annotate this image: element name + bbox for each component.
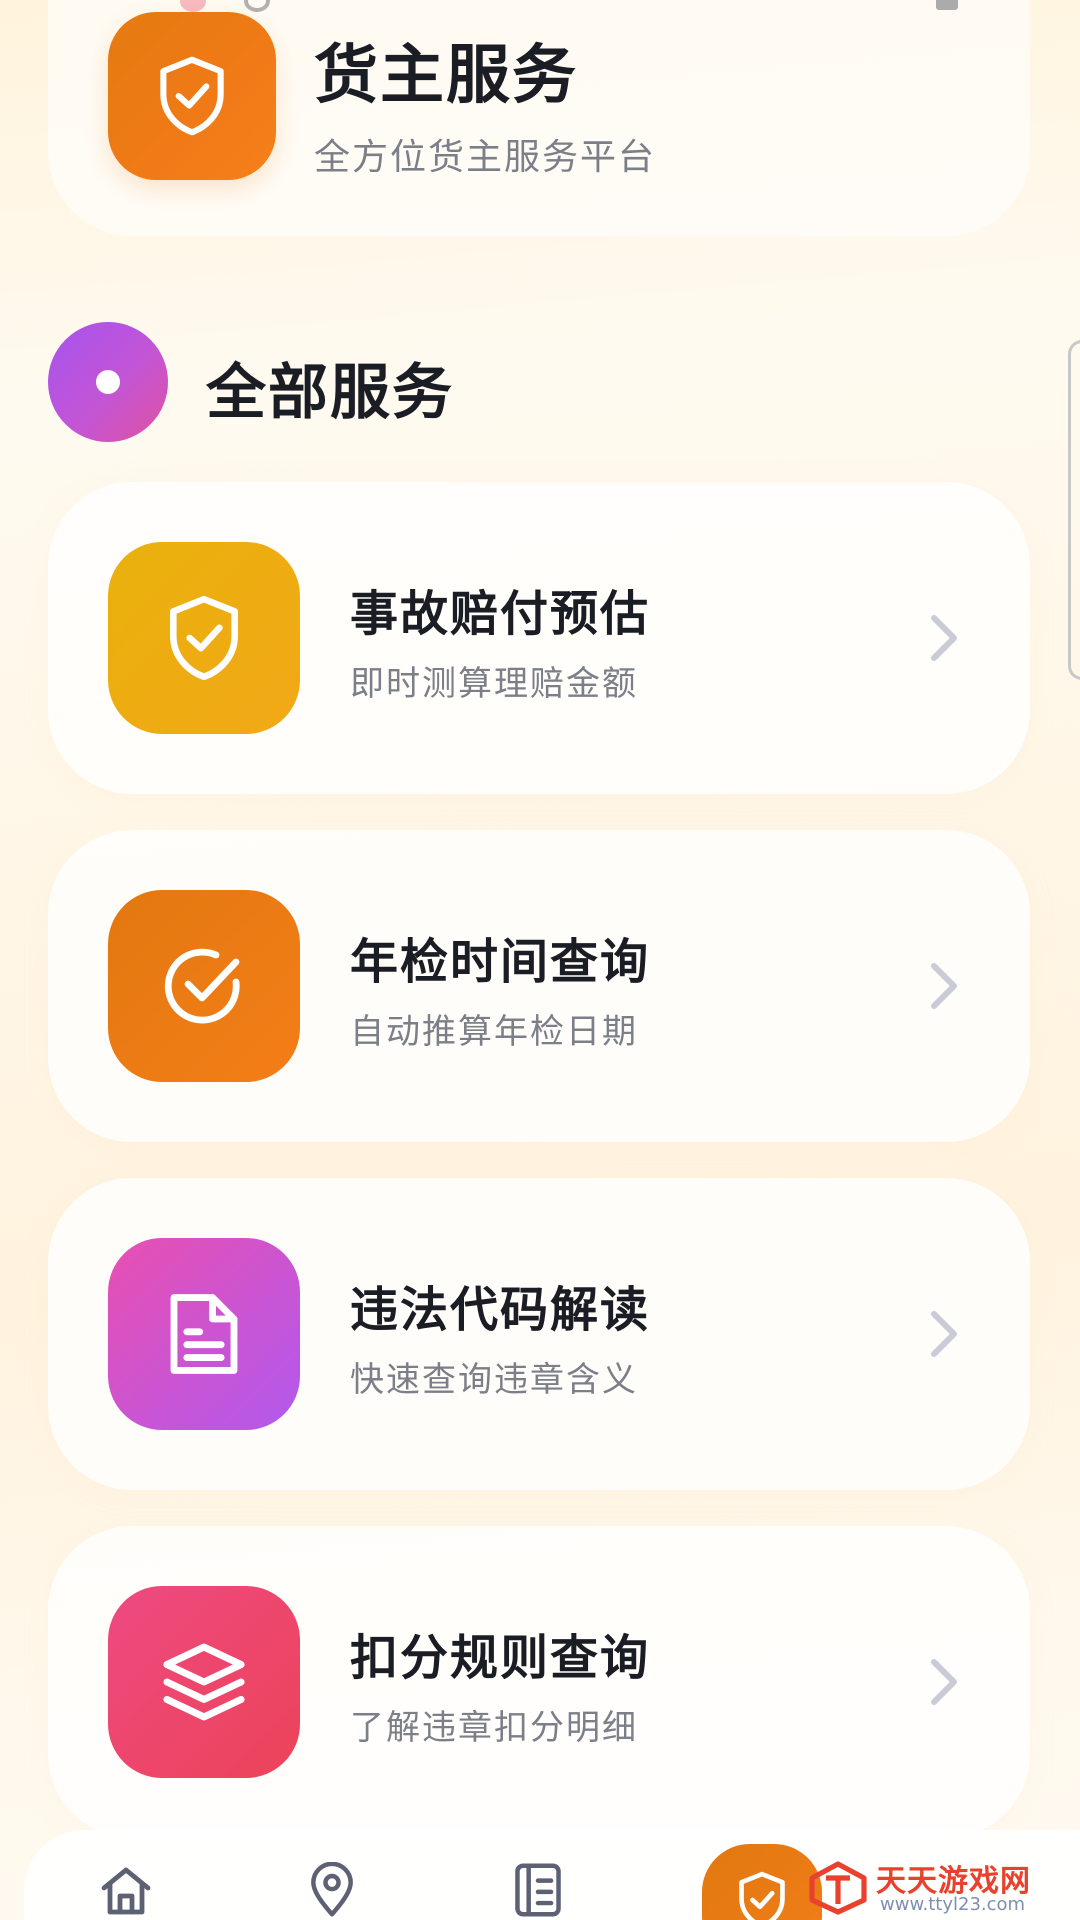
service-icon-tile — [108, 1586, 300, 1778]
service-title: 扣分规则查询 — [350, 1630, 651, 1686]
document-list-icon — [515, 1863, 561, 1917]
scroll-indicator[interactable] — [1068, 340, 1080, 680]
chevron-right-icon — [931, 963, 957, 1009]
layers-icon — [163, 1643, 245, 1721]
document-icon — [170, 1294, 238, 1374]
header-logo — [108, 12, 276, 180]
shield-check-icon — [170, 595, 238, 681]
nav-services[interactable] — [702, 1844, 822, 1920]
watermark-url: www.ttyl23.com — [880, 1894, 1026, 1915]
service-icon-tile — [108, 1238, 300, 1430]
home-icon — [101, 1867, 151, 1915]
page-subtitle: 全方位货主服务平台 — [314, 137, 657, 178]
watermark: 天天游戏网 www.ttyl23.com — [808, 1856, 1058, 1920]
service-subtitle: 快速查询违章含义 — [350, 1360, 638, 1400]
service-card-accident-claim[interactable]: 事故赔付预估 即时测算理赔金额 — [48, 482, 1030, 794]
service-title: 违法代码解读 — [350, 1282, 651, 1338]
section-title: 全部服务 — [206, 358, 454, 428]
nav-location[interactable] — [300, 1858, 364, 1920]
service-card-points-rules[interactable]: 扣分规则查询 了解违章扣分明细 — [48, 1526, 1030, 1838]
chevron-right-icon — [931, 1659, 957, 1705]
page-title: 货主服务 — [314, 39, 578, 113]
circle-check-icon — [164, 948, 240, 1024]
section-dot-icon — [48, 322, 168, 442]
watermark-logo-icon — [809, 1861, 867, 1915]
nav-home[interactable] — [94, 1858, 158, 1920]
service-card-violation-code[interactable]: 违法代码解读 快速查询违章含义 — [48, 1178, 1030, 1490]
service-subtitle: 了解违章扣分明细 — [350, 1708, 638, 1748]
service-icon-tile — [108, 542, 300, 734]
map-pin-icon — [311, 1862, 353, 1917]
chevron-right-icon — [931, 615, 957, 661]
service-card-annual-inspection[interactable]: 年检时间查询 自动推算年检日期 — [48, 830, 1030, 1142]
shield-check-icon — [160, 56, 224, 136]
shield-check-icon — [739, 1871, 785, 1920]
service-subtitle: 自动推算年检日期 — [350, 1012, 638, 1052]
service-title: 事故赔付预估 — [350, 586, 651, 642]
service-title: 年检时间查询 — [350, 934, 651, 990]
service-subtitle: 即时测算理赔金额 — [350, 664, 638, 704]
nav-list[interactable] — [506, 1858, 570, 1920]
service-icon-tile — [108, 890, 300, 1082]
chevron-right-icon — [931, 1311, 957, 1357]
